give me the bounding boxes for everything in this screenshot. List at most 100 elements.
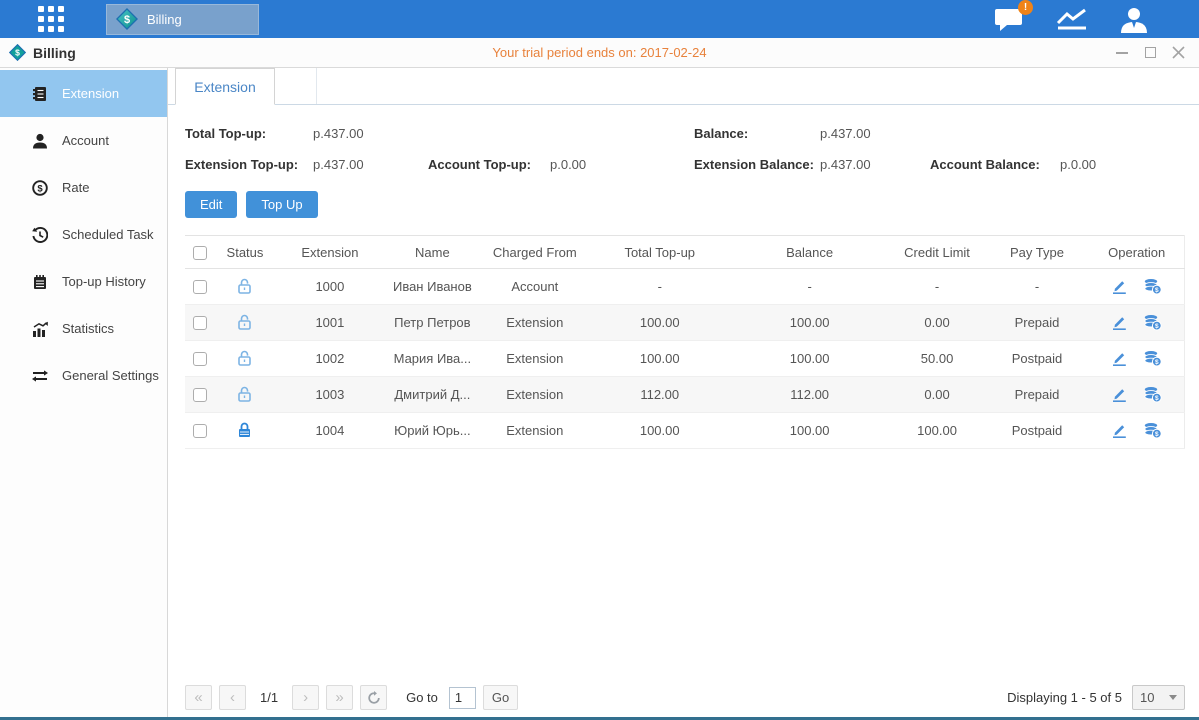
last-page-button[interactable]: »	[326, 685, 353, 710]
sidebar-item-rate[interactable]: $ Rate	[0, 164, 167, 211]
top-up-icon[interactable]: $	[1143, 422, 1162, 439]
main-content: Extension Total Top-up: p.437.00 Extensi…	[168, 68, 1199, 717]
edit-button[interactable]: Edit	[185, 191, 237, 218]
first-page-icon: «	[194, 689, 202, 706]
table-row[interactable]: 1001 Петр Петров Extension 100.00 100.00…	[185, 305, 1185, 341]
status-unlocked-icon	[237, 354, 252, 369]
top-up-icon[interactable]: $	[1143, 278, 1162, 295]
tab-extension[interactable]: Extension	[175, 68, 275, 105]
edit-icon[interactable]	[1111, 278, 1128, 295]
page-size-select[interactable]: 10	[1132, 685, 1185, 710]
sidebar-item-extension[interactable]: Extension	[0, 70, 167, 117]
action-buttons: Edit Top Up	[168, 191, 1199, 218]
table-row[interactable]: 1004 Юрий Юрь... Extension 100.00 100.00…	[185, 413, 1185, 449]
col-pay-type: Pay Type	[985, 236, 1090, 269]
sidebar-item-topup-history[interactable]: Top-up History	[0, 258, 167, 305]
table-row[interactable]: 1003 Дмитрий Д... Extension 112.00 112.0…	[185, 377, 1185, 413]
row-checkbox[interactable]	[193, 424, 207, 438]
cell-total-topup: 112.00	[590, 377, 730, 413]
app-grid-icon[interactable]	[38, 6, 64, 32]
notification-badge: !	[1018, 0, 1033, 15]
table-row[interactable]: 1002 Мария Ива... Extension 100.00 100.0…	[185, 341, 1185, 377]
top-up-icon[interactable]: $	[1143, 350, 1162, 367]
row-checkbox[interactable]	[193, 388, 207, 402]
balance-summary: Total Top-up: p.437.00 Extension Top-up:…	[168, 118, 1199, 180]
sidebar-item-label: Top-up History	[62, 274, 146, 289]
window-controls	[1115, 46, 1185, 60]
top-up-icon[interactable]: $	[1143, 314, 1162, 331]
goto-page-input[interactable]	[449, 687, 476, 709]
reports-chart-icon[interactable]	[1055, 6, 1089, 32]
edit-icon[interactable]	[1111, 350, 1128, 367]
statistics-icon	[31, 321, 49, 337]
sidebar-item-account[interactable]: Account	[0, 117, 167, 164]
table-row[interactable]: 1000 Иван Иванов Account - - - - $	[185, 269, 1185, 305]
cell-extension: 1000	[275, 269, 385, 305]
prev-page-icon: ‹	[230, 689, 235, 706]
svg-text:$: $	[1155, 359, 1159, 366]
top-up-icon[interactable]: $	[1143, 386, 1162, 403]
balance-value: p.437.00	[820, 126, 871, 141]
cell-charged-from: Extension	[480, 377, 590, 413]
account-topup-value: p.0.00	[550, 157, 586, 172]
status-unlocked-icon	[237, 390, 252, 405]
cell-total-topup: 100.00	[590, 341, 730, 377]
prev-page-button[interactable]: ‹	[219, 685, 246, 710]
cell-name: Иван Иванов	[385, 269, 480, 305]
edit-icon[interactable]	[1111, 422, 1128, 439]
row-checkbox[interactable]	[193, 352, 207, 366]
select-all-checkbox[interactable]	[193, 246, 207, 260]
svg-text:$: $	[1155, 287, 1159, 294]
top-up-button[interactable]: Top Up	[246, 191, 317, 218]
cell-extension: 1004	[275, 413, 385, 449]
next-page-icon: ›	[303, 689, 308, 706]
chevron-down-icon	[1169, 695, 1177, 700]
go-button[interactable]: Go	[483, 685, 518, 710]
cell-total-topup: 100.00	[590, 413, 730, 449]
balance-label: Balance:	[694, 126, 820, 141]
cell-extension: 1002	[275, 341, 385, 377]
col-charged-from: Charged From	[480, 236, 590, 269]
cell-balance: 100.00	[730, 305, 890, 341]
svg-text:$: $	[1155, 395, 1159, 402]
cell-name: Дмитрий Д...	[385, 377, 480, 413]
status-locked-icon	[237, 426, 252, 441]
col-operation: Operation	[1089, 236, 1184, 269]
tab-spacer	[275, 68, 317, 104]
col-name: Name	[385, 236, 480, 269]
cell-charged-from: Extension	[480, 341, 590, 377]
scheduled-task-icon	[31, 227, 49, 243]
first-page-button[interactable]: «	[185, 685, 212, 710]
sidebar-item-label: Extension	[62, 86, 119, 101]
messages-icon[interactable]: !	[994, 7, 1025, 32]
trial-message: Your trial period ends on: 2017-02-24	[0, 45, 1199, 60]
maximize-button[interactable]	[1143, 46, 1157, 60]
minimize-button[interactable]	[1115, 46, 1129, 60]
refresh-button[interactable]	[360, 685, 387, 710]
window-title: $ Billing	[9, 44, 76, 61]
user-account-icon[interactable]	[1119, 6, 1149, 33]
extension-table: Status Extension Name Charged From Total…	[185, 235, 1185, 449]
edit-icon[interactable]	[1111, 314, 1128, 331]
sidebar-item-scheduled-task[interactable]: Scheduled Task	[0, 211, 167, 258]
status-unlocked-icon	[237, 318, 252, 333]
topbar-tab-billing[interactable]: $ Billing	[106, 4, 259, 35]
col-status: Status	[215, 236, 275, 269]
refresh-icon	[367, 691, 381, 705]
sidebar-item-general-settings[interactable]: General Settings	[0, 352, 167, 399]
col-balance: Balance	[730, 236, 890, 269]
next-page-button[interactable]: ›	[292, 685, 319, 710]
close-button[interactable]	[1171, 46, 1185, 60]
cell-extension: 1001	[275, 305, 385, 341]
sidebar-item-statistics[interactable]: Statistics	[0, 305, 167, 352]
extension-topup-label: Extension Top-up:	[185, 157, 313, 172]
col-total-topup: Total Top-up	[590, 236, 730, 269]
displaying-text: Displaying 1 - 5 of 5	[1007, 690, 1122, 705]
row-checkbox[interactable]	[193, 280, 207, 294]
sidebar-item-label: Rate	[62, 180, 89, 195]
topbar-right: !	[994, 6, 1149, 33]
row-checkbox[interactable]	[193, 316, 207, 330]
edit-icon[interactable]	[1111, 386, 1128, 403]
app-window: $ Billing !	[0, 0, 1199, 720]
table-header-row: Status Extension Name Charged From Total…	[185, 236, 1185, 269]
